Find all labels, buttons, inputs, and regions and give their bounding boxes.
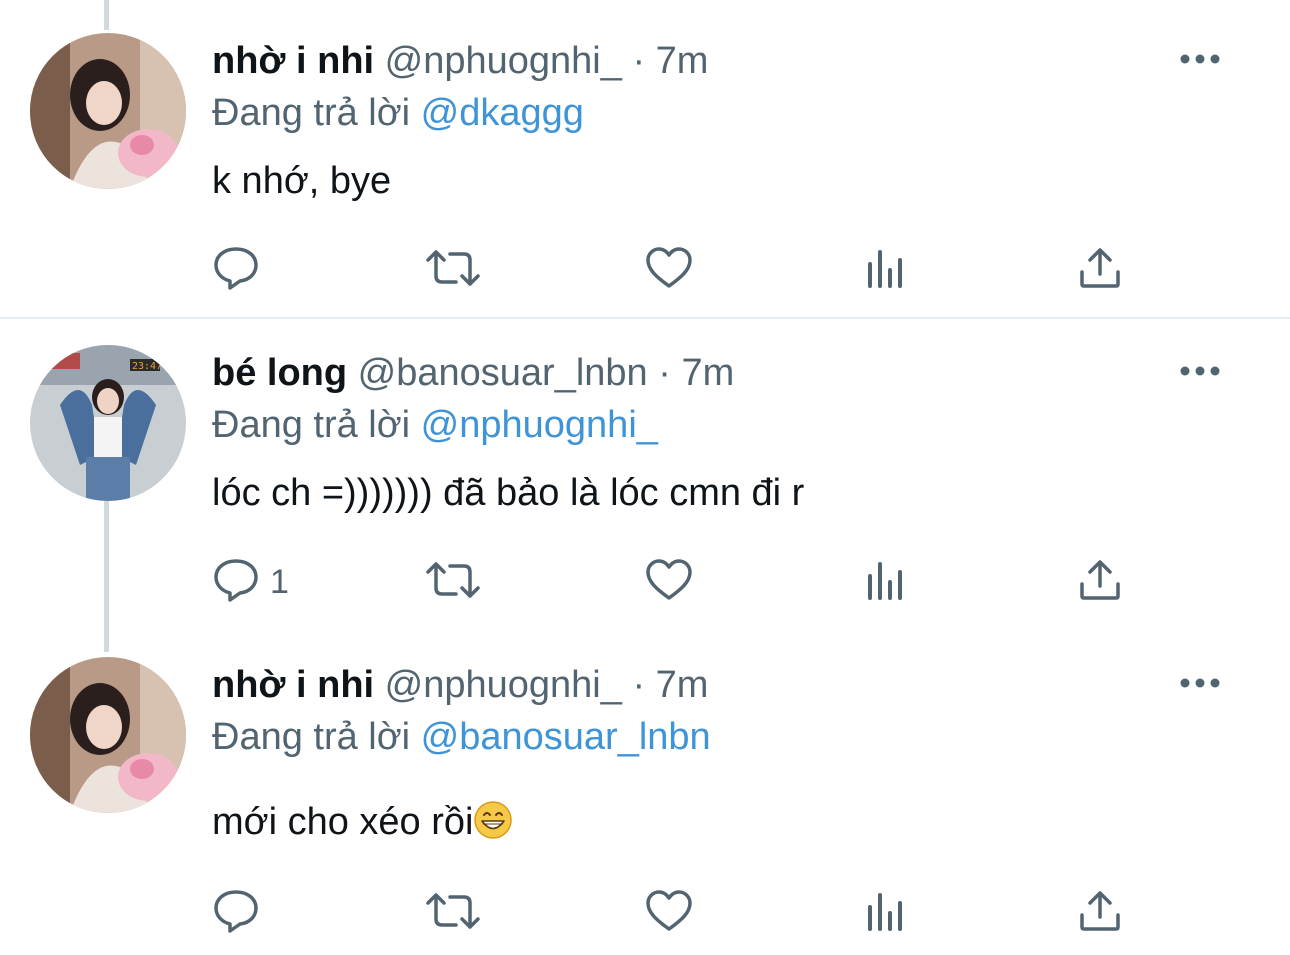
replying-to: Đang trả lời @banosuar_lnbn [212,713,711,761]
retweet-button[interactable] [424,240,482,300]
tweet-header: nhờ i nhi @nphuognhi_ · 7m [212,661,708,709]
replying-to: Đang trả lời @dkaggg [212,89,584,137]
tweet[interactable]: nhờ i nhi @nphuognhi_ · 7m Đang trả lời … [0,640,1290,955]
more-options-button[interactable] [1170,357,1230,387]
views-button[interactable] [864,883,908,943]
reply-button[interactable]: 1 [212,552,289,612]
tweet-text: lóc ch =))))))) đã bảo là lóc cmn đi r [212,472,805,514]
share-upload-icon [1078,889,1122,938]
tweet[interactable]: nhờ i nhi @nphuognhi_ · 7m Đang trả lời … [0,0,1290,318]
user-handle[interactable]: @nphuognhi_ [385,40,622,82]
share-upload-icon [1078,246,1122,295]
tweet-text: mới cho xéo rồi [212,801,474,843]
mention-link[interactable]: @nphuognhi_ [421,404,658,446]
mention-link[interactable]: @banosuar_lnbn [421,716,711,758]
reply-button[interactable] [212,240,270,300]
like-button[interactable] [645,552,693,612]
action-bar [212,240,1212,300]
replying-to-label: Đang trả lời [212,404,411,446]
tweet-text-container: mới cho xéo rồi [212,798,513,846]
display-name[interactable]: bé long [212,352,347,394]
reply-bubble-icon [212,246,260,295]
timestamp[interactable]: 7m [681,352,734,394]
share-button[interactable] [1078,240,1122,300]
heart-icon [645,558,693,607]
separator-dot: · [632,664,646,706]
tweet-text: k nhớ, bye [212,160,392,202]
analytics-bars-icon [864,889,908,938]
timestamp[interactable]: 7m [656,40,709,82]
reply-bubble-icon [212,558,260,607]
retweet-icon [424,246,482,295]
tweet-header: bé long @banosuar_lnbn · 7m [212,349,734,397]
action-bar [212,883,1212,943]
avatar[interactable] [30,33,186,189]
more-options-button[interactable] [1170,669,1230,699]
replying-to-label: Đang trả lời [212,716,411,758]
user-handle[interactable]: @banosuar_lnbn [358,352,648,394]
more-horizontal-icon [1180,675,1220,693]
separator-dot: · [658,352,671,394]
grinning-face-emoji [473,800,513,840]
retweet-button[interactable] [424,552,482,612]
share-button[interactable] [1078,883,1122,943]
more-horizontal-icon [1180,51,1220,69]
reply-button[interactable] [212,883,270,943]
display-name[interactable]: nhờ i nhi [212,40,374,82]
avatar[interactable] [30,657,186,813]
timestamp[interactable]: 7m [656,664,709,706]
more-horizontal-icon [1180,363,1220,381]
replying-to-label: Đang trả lời [212,92,411,134]
retweet-icon [424,889,482,938]
retweet-icon [424,558,482,607]
share-upload-icon [1078,558,1122,607]
action-bar: 1 [212,552,1212,612]
analytics-bars-icon [864,558,908,607]
share-button[interactable] [1078,552,1122,612]
like-button[interactable] [645,240,693,300]
reply-bubble-icon [212,889,260,938]
mention-link[interactable]: @dkaggg [421,92,584,134]
like-button[interactable] [645,883,693,943]
svg-text:23:47: 23:47 [132,361,162,372]
user-handle[interactable]: @nphuognhi_ [385,664,622,706]
analytics-bars-icon [864,246,908,295]
views-button[interactable] [864,552,908,612]
tweet[interactable]: 23:47 bé long @banosuar_lnbn · 7m Đang t… [0,320,1290,650]
avatar[interactable]: 23:47 [30,345,186,501]
reply-count: 1 [270,562,289,601]
views-button[interactable] [864,240,908,300]
separator-dot: · [632,40,646,82]
retweet-button[interactable] [424,883,482,943]
heart-icon [645,246,693,295]
display-name[interactable]: nhờ i nhi [212,664,374,706]
tweet-header: nhờ i nhi @nphuognhi_ · 7m [212,37,708,85]
heart-icon [645,889,693,938]
more-options-button[interactable] [1170,45,1230,75]
tweet-divider [0,317,1290,319]
replying-to: Đang trả lời @nphuognhi_ [212,401,658,449]
